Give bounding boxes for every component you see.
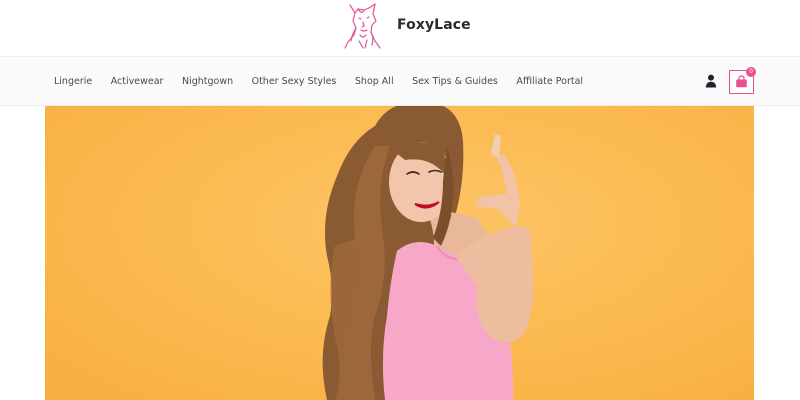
nav-menu: Lingerie Activewear Nightgown Other Sexy… [54,57,602,106]
nav-item-other-sexy-styles[interactable]: Other Sexy Styles [252,76,337,87]
site-header: FoxyLace [0,0,800,57]
fox-woman-logo-icon [344,3,381,49]
nav-item-lingerie[interactable]: Lingerie [54,76,92,87]
shopping-bag-icon [736,75,747,88]
cart-button[interactable]: 0 [729,67,756,94]
brand-home-link[interactable]: FoxyLace [342,0,471,50]
hero-banner [45,106,754,400]
nav-item-sex-tips-guides[interactable]: Sex Tips & Guides [412,76,498,87]
nav-item-shop-all[interactable]: Shop All [355,76,394,87]
main-navigation: Lingerie Activewear Nightgown Other Sexy… [0,57,800,106]
cart-count-badge: 0 [746,67,756,77]
nav-item-nightgown[interactable]: Nightgown [182,76,233,87]
woman-in-pink-top-posing-hero-image [322,106,534,400]
user-icon [705,74,717,88]
nav-item-affiliate-portal[interactable]: Affiliate Portal [516,76,583,87]
brand-name: FoxyLace [397,17,471,33]
nav-item-activewear[interactable]: Activewear [111,76,164,87]
